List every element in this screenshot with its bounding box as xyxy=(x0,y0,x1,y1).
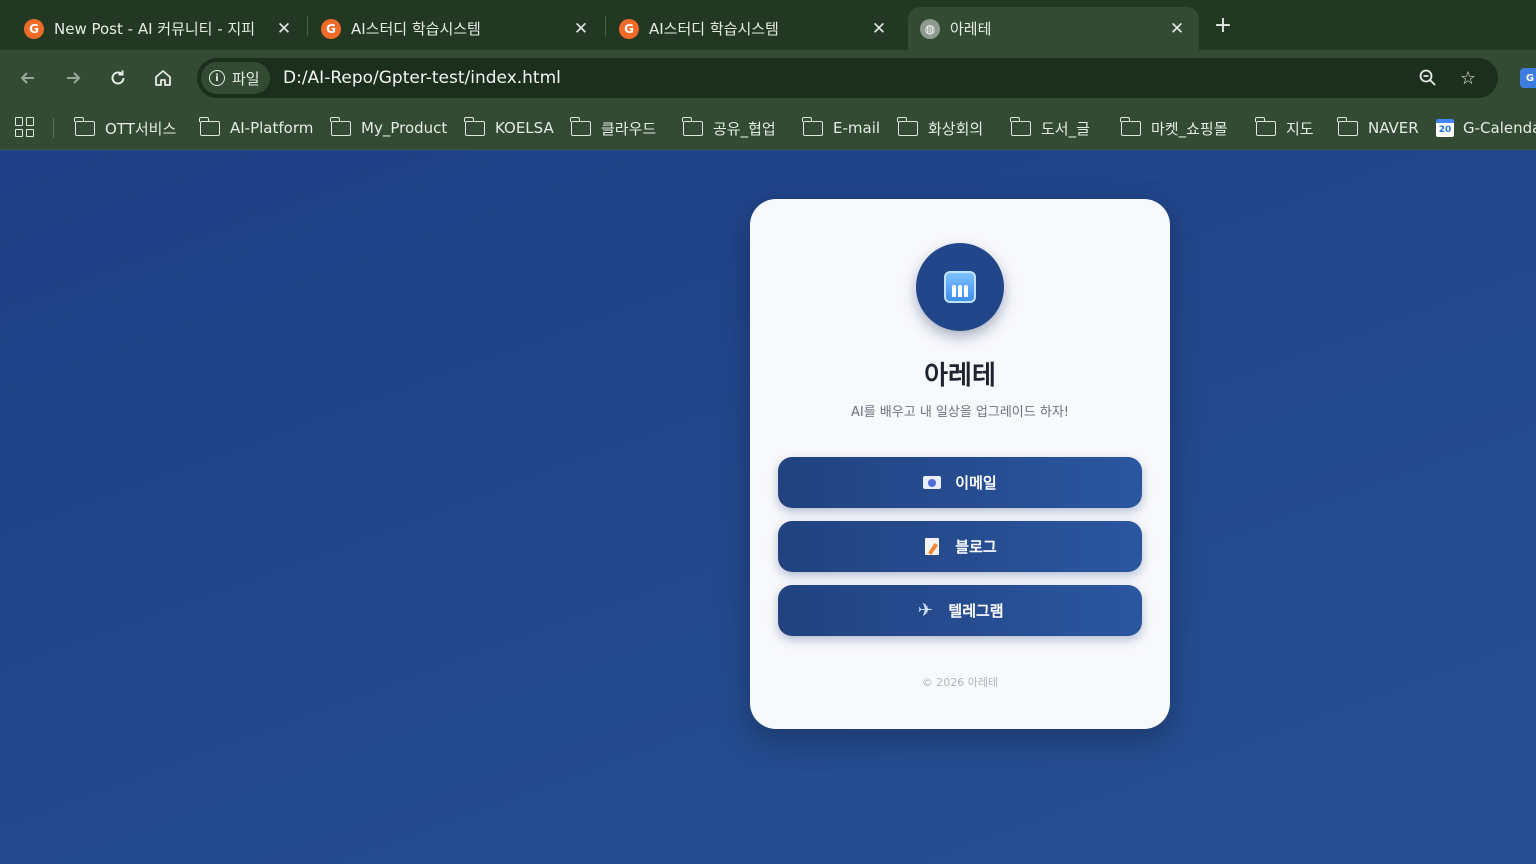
home-icon xyxy=(155,70,171,86)
bookmark-folder[interactable]: 클라우드 xyxy=(570,106,657,150)
folder-icon xyxy=(74,116,95,136)
arrow-right-icon xyxy=(67,72,81,84)
folder-icon xyxy=(330,116,351,136)
page-subtitle: AI를 배우고 내 일상을 업그레이드 하자! xyxy=(850,405,1069,420)
close-icon[interactable]: ✕ xyxy=(869,19,889,39)
logo xyxy=(916,243,1004,331)
blog-icon xyxy=(923,538,941,556)
apps-grid-icon[interactable] xyxy=(15,117,35,137)
bookmark-label: My_Product xyxy=(361,119,448,137)
folder-icon xyxy=(570,116,591,136)
blog-button[interactable]: 블로그 xyxy=(778,521,1142,572)
folder-icon xyxy=(1255,116,1276,136)
bookmark-folder[interactable]: E-mail xyxy=(802,106,881,150)
info-icon: i xyxy=(209,70,225,86)
url-text[interactable]: D:/AI-Repo/Gpter-test/index.html xyxy=(283,58,561,98)
back-button[interactable] xyxy=(12,62,44,94)
telegram-button-label: 텔레그램 xyxy=(948,602,1004,620)
bookmark-folder[interactable]: OTT서비스 xyxy=(74,106,177,150)
tab-ai-study-1[interactable]: G AI스터디 학습시스템 ✕ xyxy=(297,7,603,50)
gpters-favicon-icon: G xyxy=(619,18,639,39)
bookmark-folder[interactable]: 지도 xyxy=(1255,106,1314,150)
bookmark-label: 지도 xyxy=(1286,119,1314,138)
reload-icon xyxy=(111,70,125,85)
folder-icon xyxy=(1120,116,1141,136)
bookmark-label: 도서_글 xyxy=(1041,119,1090,138)
tab-ai-study-2[interactable]: G AI스터디 학습시스템 ✕ xyxy=(595,7,901,50)
star-icon[interactable]: ☆ xyxy=(1456,66,1480,90)
footer-copyright: © 2026 아레테 xyxy=(921,676,999,689)
bookmark-folder[interactable]: 마켓_쇼핑몰 xyxy=(1120,106,1228,150)
site-info-chip[interactable]: i 파일 xyxy=(201,62,270,94)
bookmark-label: KOELSA xyxy=(495,119,554,137)
bookmark-folder[interactable]: 화상회의 xyxy=(897,106,984,150)
forward-button[interactable] xyxy=(57,62,89,94)
gpters-favicon-icon: G xyxy=(24,18,44,39)
folder-icon xyxy=(1010,116,1031,136)
tab-title: New Post - AI 커뮤니티 - 지피 xyxy=(54,20,256,38)
calendar-icon: 20 xyxy=(1436,119,1454,137)
folder-icon xyxy=(897,116,918,136)
bookmarks-bar: OTT서비스 AI-Platform My_Product KOELSA 클라우… xyxy=(0,106,1536,150)
tab-arete[interactable]: ◍ 아레테 ✕ xyxy=(908,7,1199,50)
site-info-label: 파일 xyxy=(232,69,260,88)
tab-new-post[interactable]: G New Post - AI 커뮤니티 - 지피 ✕ xyxy=(0,7,306,50)
email-icon xyxy=(923,474,942,492)
bookmark-folder[interactable]: 공유_협업 xyxy=(682,106,776,150)
bookmark-folder[interactable]: NAVER xyxy=(1337,106,1419,150)
tab-title: 아레테 xyxy=(950,20,992,38)
globe-icon: ◍ xyxy=(920,18,940,39)
page-title: 아레테 xyxy=(924,361,996,391)
folder-icon xyxy=(199,116,220,136)
close-icon[interactable]: ✕ xyxy=(274,19,294,39)
new-tab-button[interactable]: + xyxy=(1211,13,1235,38)
bookmark-label: NAVER xyxy=(1368,119,1419,137)
reload-button[interactable] xyxy=(102,62,134,94)
translate-extension-icon[interactable]: G xyxy=(1520,68,1536,88)
close-icon[interactable]: ✕ xyxy=(571,19,591,39)
tab-title: AI스터디 학습시스템 xyxy=(351,20,481,38)
bookmark-folder[interactable]: My_Product xyxy=(330,106,448,150)
address-bar[interactable]: i 파일 D:/AI-Repo/Gpter-test/index.html ☆ xyxy=(197,58,1498,98)
folder-icon xyxy=(1337,116,1358,136)
bookmark-separator xyxy=(53,118,54,138)
bookmark-folder[interactable]: KOELSA xyxy=(464,106,554,150)
telegram-button[interactable]: ✈ 텔레그램 xyxy=(778,585,1142,636)
bookmark-google-calendar[interactable]: 20 G-Calendar xyxy=(1436,106,1536,150)
bookmark-folder[interactable]: AI-Platform xyxy=(199,106,314,150)
bookmark-label: OTT서비스 xyxy=(105,119,177,138)
arrow-left-icon xyxy=(20,72,34,84)
zoom-icon[interactable] xyxy=(1416,66,1440,90)
email-button[interactable]: 이메일 xyxy=(778,457,1142,508)
bookmark-label: E-mail xyxy=(833,119,881,137)
bookmark-folder[interactable]: 도서_글 xyxy=(1010,106,1090,150)
bookmark-label: 클라우드 xyxy=(601,119,657,138)
bookmark-label: 공유_협업 xyxy=(713,119,776,138)
tab-strip: G New Post - AI 커뮤니티 - 지피 ✕ G AI스터디 학습시스… xyxy=(0,0,1536,50)
people-group-icon xyxy=(944,271,976,303)
bookmark-label: AI-Platform xyxy=(230,119,314,137)
close-icon[interactable]: ✕ xyxy=(1167,19,1187,39)
bookmark-label: G-Calendar xyxy=(1463,119,1536,137)
blog-button-label: 블로그 xyxy=(955,538,997,556)
plane-icon: ✈ xyxy=(917,600,933,621)
page-viewport: 아레테 AI를 배우고 내 일상을 업그레이드 하자! 이메일 블로그 ✈ 텔레… xyxy=(0,151,1536,864)
bookmark-label: 마켓_쇼핑몰 xyxy=(1151,119,1228,138)
bookmark-label: 화상회의 xyxy=(928,119,984,138)
tab-title: AI스터디 학습시스템 xyxy=(649,20,779,38)
folder-icon xyxy=(802,116,823,136)
email-button-label: 이메일 xyxy=(955,474,997,492)
home-button[interactable] xyxy=(147,62,179,94)
profile-card: 아레테 AI를 배우고 내 일상을 업그레이드 하자! 이메일 블로그 ✈ 텔레… xyxy=(750,199,1170,729)
gpters-favicon-icon: G xyxy=(321,18,341,39)
folder-icon xyxy=(682,116,703,136)
folder-icon xyxy=(464,116,485,136)
toolbar: i 파일 D:/AI-Repo/Gpter-test/index.html ☆ … xyxy=(0,50,1536,106)
